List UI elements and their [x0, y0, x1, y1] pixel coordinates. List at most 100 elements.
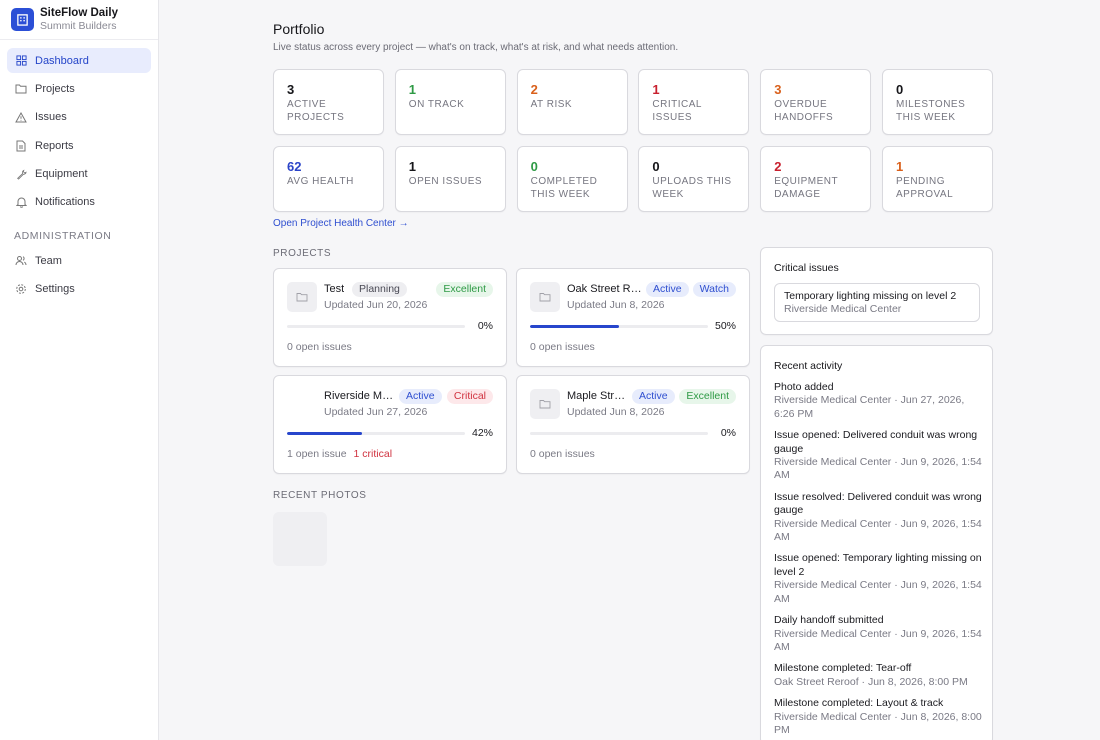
status-badge: Active	[646, 282, 689, 297]
stat-card-at-risk[interactable]: 2 AT RISK	[516, 69, 628, 135]
stat-card-pending-approval[interactable]: 1 PENDING APPROVAL	[881, 146, 993, 212]
progress-percent: 0%	[477, 320, 493, 332]
stat-label: ON TRACK	[408, 99, 465, 110]
projects-section-label: PROJECTS	[273, 248, 332, 259]
activity-title: Issue opened: Delivered conduit was wron…	[774, 429, 978, 455]
activity-list: Photo added Riverside Medical Center · Ju…	[774, 381, 984, 740]
stat-card-uploads[interactable]: 0 UPLOADS THIS WEEK	[638, 146, 750, 212]
stat-label: AT RISK	[530, 99, 573, 110]
nav-section-admin: ADMINISTRATION	[14, 230, 112, 243]
activity-meta: Oak Street Reroof · Jun 8, 2026, 8:00 PM	[774, 675, 968, 688]
issue-title: Temporary lighting missing on level 2	[784, 290, 957, 302]
progress-fill	[530, 325, 619, 328]
wrench-icon	[15, 168, 27, 180]
stats-grid: 3 ACTIVE PROJECTS 1 ON TRACK 2 AT RISK 1 CRI…	[273, 69, 993, 212]
nav-item-notifications[interactable]: Notifications	[7, 190, 151, 215]
project-card[interactable]: Riverside Me... Active Critical Updated …	[273, 375, 507, 474]
nav-item-reports[interactable]: Reports	[7, 133, 151, 158]
panel-title: Recent activity	[774, 360, 843, 372]
project-issues: 0 open issues	[530, 448, 595, 460]
stat-card-on-track[interactable]: 1 ON TRACK	[394, 69, 506, 135]
sidebar: SiteFlow Daily Summit Builders Dashboard…	[0, 0, 159, 740]
activity-title: Milestone completed: Tear-off	[774, 662, 912, 675]
brand[interactable]: SiteFlow Daily Summit Builders	[0, 0, 158, 40]
activity-item: Milestone completed: Layout & track River…	[774, 697, 984, 737]
page-title: Portfolio	[273, 21, 325, 37]
nav-item-dashboard[interactable]: Dashboard	[7, 48, 151, 73]
stat-label: OPEN ISSUES	[408, 176, 483, 187]
open-issues-count: 0 open issues	[530, 448, 595, 460]
project-card[interactable]: Oak Street Re... Active Watch Updated Ju…	[516, 268, 750, 367]
stat-card-active-projects[interactable]: 3 ACTIVE PROJECTS	[273, 69, 384, 135]
brand-name: SiteFlow Daily	[40, 6, 118, 19]
project-updated: Updated Jun 8, 2026	[567, 299, 665, 311]
stat-card-open-issues[interactable]: 1 OPEN ISSUES	[394, 146, 506, 212]
activity-meta: Riverside Medical Center · Jun 9, 2026, …	[774, 579, 982, 605]
project-issues: 0 open issues	[530, 341, 595, 353]
stat-card-equipment-damage[interactable]: 2 EQUIPMENT DAMAGE	[760, 146, 872, 212]
stat-label: COMPLETED THIS WEEK	[530, 176, 598, 200]
project-card[interactable]: Maple Stre... Active Excellent Updated J…	[516, 375, 750, 474]
progress-bar	[530, 432, 708, 435]
health-center-link[interactable]: Open Project Health Center →	[273, 218, 409, 229]
activity-title: Issue resolved: Delivered conduit was wr…	[774, 490, 982, 517]
projects-grid: Test Planning Excellent Updated Jun 20, …	[273, 268, 750, 474]
status-badge: Active	[632, 389, 675, 404]
nav-item-equipment[interactable]: Equipment	[7, 162, 151, 187]
stat-label: PENDING APPROVAL	[895, 176, 954, 200]
activity-meta: Riverside Medical Center · Jun 8, 2026, …	[774, 710, 982, 736]
stat-card-avg-health[interactable]: 62 AVG HEALTH	[273, 146, 384, 212]
project-name: Test	[324, 283, 345, 295]
nav-item-team[interactable]: Team	[7, 248, 151, 273]
nav-label: Dashboard	[35, 54, 89, 67]
nav-label: Projects	[35, 82, 75, 95]
activity-title: Issue opened: Temporary lighting missing…	[774, 552, 982, 578]
nav-label: Team	[35, 254, 62, 267]
stat-value: 3	[287, 82, 295, 97]
stat-value: 1	[408, 159, 417, 174]
stat-card-critical-issues[interactable]: 1 CRITICAL ISSUES	[638, 69, 750, 135]
project-updated: Updated Jun 8, 2026	[567, 406, 665, 418]
critical-count: 1 critical	[353, 448, 393, 460]
folder-icon	[287, 282, 317, 312]
recent-activity-panel: Recent activity Photo added Riverside Med…	[760, 345, 993, 740]
warning-icon	[15, 111, 27, 123]
project-card[interactable]: Test Planning Excellent Updated Jun 20, …	[273, 268, 507, 367]
stat-label: AVG HEALTH	[287, 176, 354, 187]
critical-issue-item[interactable]: Temporary lighting missing on level 2 Ri…	[774, 283, 980, 322]
activity-item: Milestone completed: Tear-off Oak Street …	[774, 662, 984, 689]
health-badge: Excellent	[679, 389, 736, 404]
progress-percent: 0%	[720, 427, 736, 439]
nav-item-issues[interactable]: Issues	[7, 105, 151, 130]
stat-value: 1	[652, 82, 660, 97]
activity-item: Issue opened: Delivered conduit was wron…	[774, 429, 984, 483]
stat-label: OVERDUE HANDOFFS	[774, 99, 834, 123]
open-issues-count: 0 open issues	[530, 341, 595, 353]
stat-card-milestones[interactable]: 0 MILESTONES THIS WEEK	[881, 69, 993, 135]
page-subtitle: Live status across every project — what'…	[273, 42, 679, 53]
progress-bar	[287, 325, 465, 328]
health-badge: Critical	[446, 389, 493, 404]
project-name: Riverside Me...	[324, 390, 396, 402]
health-badge: Watch	[692, 282, 736, 297]
grid-icon	[15, 55, 27, 67]
activity-title: Daily handoff submitted	[774, 614, 884, 627]
nav-label: Equipment	[35, 168, 88, 181]
nav-label: Settings	[35, 283, 75, 296]
stat-card-overdue-handoffs[interactable]: 3 OVERDUE HANDOFFS	[760, 69, 872, 135]
stat-label: UPLOADS THIS WEEK	[652, 176, 732, 200]
stat-label: MILESTONES THIS WEEK	[895, 99, 966, 123]
progress-percent: 50%	[714, 320, 736, 332]
photo-thumbnail[interactable]	[273, 512, 327, 566]
stat-label: EQUIPMENT DAMAGE	[774, 176, 838, 200]
stat-card-completed[interactable]: 0 COMPLETED THIS WEEK	[516, 146, 628, 212]
nav-item-settings[interactable]: Settings	[7, 277, 151, 302]
building-icon	[11, 8, 34, 31]
progress-percent: 42%	[471, 427, 493, 439]
open-issues-count: 0 open issues	[287, 341, 352, 353]
stat-value: 2	[530, 82, 538, 97]
nav-item-projects[interactable]: Projects	[7, 76, 151, 101]
photos-section-label: RECENT PHOTOS	[273, 490, 367, 501]
stat-value: 3	[774, 82, 782, 97]
health-badge: Excellent	[436, 282, 493, 297]
